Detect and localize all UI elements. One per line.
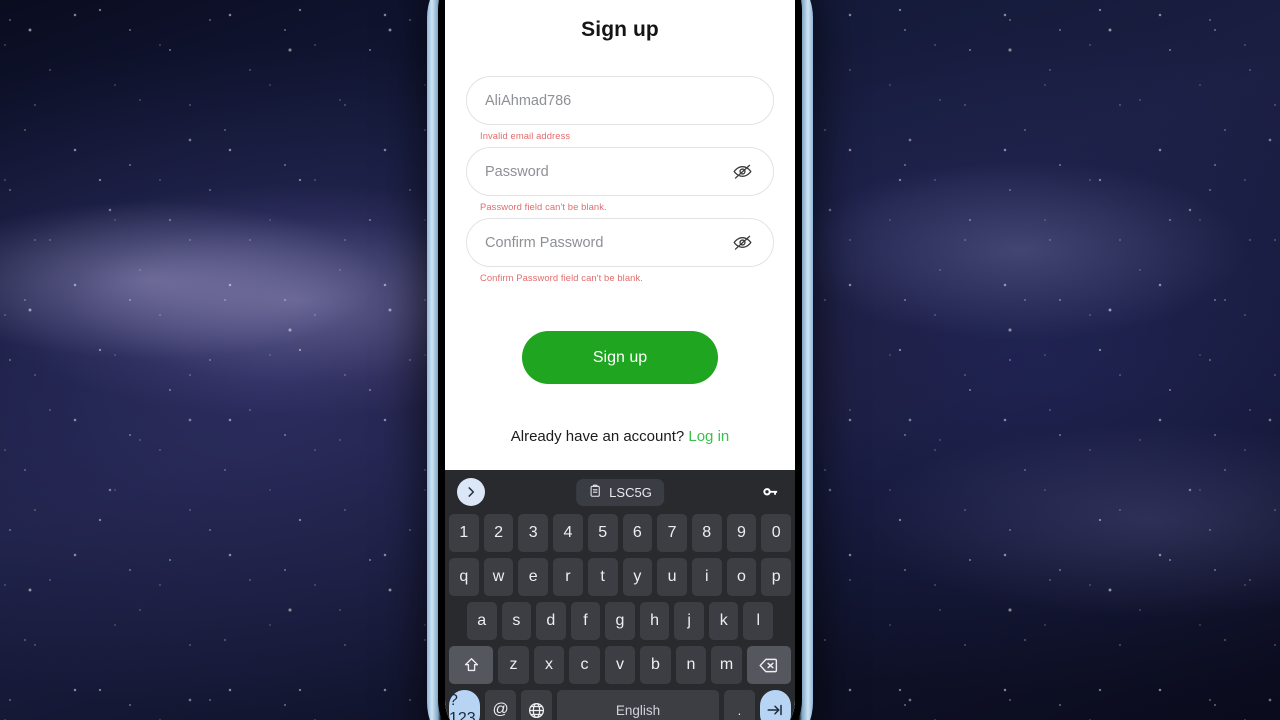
login-prompt-text: Already have an account? — [510, 428, 685, 445]
keyboard-row-top: q w e r t y u i o p — [445, 558, 795, 596]
space-key[interactable]: English — [557, 690, 719, 720]
key-c[interactable]: c — [569, 646, 600, 684]
at-key[interactable]: @ — [485, 690, 517, 720]
confirm-password-error-message: Confirm Password field can't be blank. — [480, 272, 643, 283]
language-key[interactable] — [521, 690, 553, 720]
key-k[interactable]: k — [708, 602, 739, 640]
period-key[interactable]: . — [723, 690, 755, 720]
keyboard-row-utility: ?123 @ English . — [445, 690, 795, 720]
screenshot-stage: Sign up AliAhmad786 Invalid email addres… — [0, 0, 1280, 720]
login-link[interactable]: Log in — [688, 428, 729, 445]
key-o[interactable]: o — [726, 558, 757, 596]
globe-icon — [527, 701, 546, 720]
key-d[interactable]: d — [536, 602, 566, 640]
key-icon[interactable] — [757, 479, 783, 505]
key-r[interactable]: r — [553, 558, 583, 596]
key-1[interactable]: 1 — [448, 514, 479, 552]
symbols-key[interactable]: ?123 — [449, 690, 481, 720]
shift-arrow-icon — [462, 656, 481, 675]
on-screen-keyboard: LSC5G 1 2 3 4 5 6 7 8 9 0 q w e r t y u … — [445, 470, 795, 720]
shift-key[interactable] — [449, 646, 494, 684]
keyboard-row-home: a s d f g h j k l — [445, 602, 795, 640]
signup-form: AliAhmad786 Invalid email address Passwo… — [445, 76, 795, 445]
tab-next-icon — [764, 701, 786, 719]
key-a[interactable]: a — [466, 602, 497, 640]
key-6[interactable]: 6 — [622, 514, 653, 552]
email-input-value: AliAhmad786 — [485, 92, 572, 109]
email-error-message: Invalid email address — [480, 130, 571, 141]
confirm-password-input-value: Confirm Password — [485, 234, 604, 251]
password-field-group: Password Password field can't be blank. — [466, 147, 774, 212]
key-l[interactable]: l — [743, 602, 774, 640]
password-input[interactable]: Password — [466, 147, 774, 196]
email-input[interactable]: AliAhmad786 — [466, 76, 774, 125]
key-7[interactable]: 7 — [657, 514, 687, 552]
key-8[interactable]: 8 — [691, 514, 722, 552]
key-e[interactable]: e — [518, 558, 549, 596]
key-b[interactable]: b — [640, 646, 671, 684]
key-u[interactable]: u — [657, 558, 687, 596]
clipboard-suggestion-chip[interactable]: LSC5G — [576, 478, 664, 506]
eye-off-icon[interactable] — [729, 230, 755, 256]
clipboard-icon — [588, 484, 602, 501]
password-input-value: Password — [485, 163, 549, 180]
page-title: Sign up — [581, 18, 659, 41]
key-3[interactable]: 3 — [518, 514, 549, 552]
key-m[interactable]: m — [711, 646, 742, 684]
eye-off-icon[interactable] — [729, 159, 755, 185]
signup-submit-button[interactable]: Sign up — [522, 331, 718, 384]
key-z[interactable]: z — [498, 646, 529, 684]
key-f[interactable]: f — [570, 602, 601, 640]
key-v[interactable]: v — [604, 646, 636, 684]
login-prompt: Already have an account? Log in — [466, 428, 774, 445]
key-g[interactable]: g — [605, 602, 635, 640]
confirm-password-field-group: Confirm Password Confirm Password field … — [466, 218, 774, 283]
key-0[interactable]: 0 — [761, 514, 792, 552]
confirm-password-input[interactable]: Confirm Password — [466, 218, 774, 267]
key-w[interactable]: w — [483, 558, 514, 596]
key-9[interactable]: 9 — [726, 514, 757, 552]
clipboard-suggestion-text: LSC5G — [609, 484, 652, 500]
backspace-key[interactable] — [746, 646, 791, 684]
keyboard-toolbar: LSC5G — [445, 470, 795, 514]
key-i[interactable]: i — [691, 558, 722, 596]
backspace-icon — [758, 655, 779, 676]
key-y[interactable]: y — [622, 558, 653, 596]
key-n[interactable]: n — [675, 646, 707, 684]
next-field-key[interactable] — [759, 690, 791, 720]
key-j[interactable]: j — [674, 602, 704, 640]
password-error-message: Password field can't be blank. — [480, 201, 607, 212]
key-t[interactable]: t — [587, 558, 618, 596]
phone-screen: Sign up AliAhmad786 Invalid email addres… — [445, 0, 795, 720]
key-h[interactable]: h — [639, 602, 670, 640]
submit-button-wrap: Sign up — [466, 331, 774, 384]
key-s[interactable]: s — [501, 602, 532, 640]
key-2[interactable]: 2 — [483, 514, 514, 552]
key-4[interactable]: 4 — [553, 514, 583, 552]
keyboard-row-bottom-letters: z x c v b n m — [445, 646, 795, 684]
key-5[interactable]: 5 — [587, 514, 618, 552]
key-p[interactable]: p — [761, 558, 792, 596]
phone-device: Sign up AliAhmad786 Invalid email addres… — [427, 0, 813, 720]
key-x[interactable]: x — [533, 646, 565, 684]
email-field-group: AliAhmad786 Invalid email address — [466, 76, 774, 141]
keyboard-row-numbers: 1 2 3 4 5 6 7 8 9 0 — [445, 514, 795, 552]
chevron-right-icon[interactable] — [457, 478, 485, 506]
key-q[interactable]: q — [448, 558, 479, 596]
